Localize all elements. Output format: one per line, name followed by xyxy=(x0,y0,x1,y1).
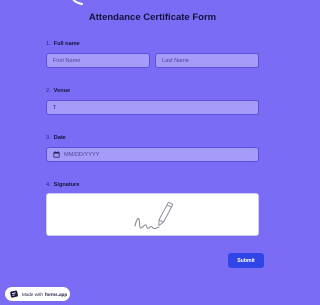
date-input[interactable] xyxy=(64,151,258,158)
venue-field[interactable] xyxy=(46,100,259,115)
question-number: 4. xyxy=(46,182,51,188)
first-name-input[interactable] xyxy=(53,57,149,64)
made-with-text: Made with xyxy=(22,291,43,297)
last-name-input[interactable] xyxy=(162,57,258,64)
question-venue-label: 2. Venue xyxy=(46,88,70,94)
question-text: Full name xyxy=(53,41,80,47)
forms-app-logo-icon xyxy=(10,290,18,298)
submit-button[interactable]: Submit xyxy=(228,253,264,268)
signature-pad[interactable] xyxy=(46,193,259,236)
venue-input[interactable] xyxy=(53,104,258,111)
pen-signature-icon xyxy=(134,202,174,230)
form-title: Attendance Certificate Form xyxy=(88,12,217,23)
question-signature-label: 4. Signature xyxy=(46,182,79,188)
question-text: Venue xyxy=(53,88,71,94)
last-name-field[interactable] xyxy=(155,53,259,68)
question-text: Date xyxy=(53,135,66,141)
question-text: Signature xyxy=(53,182,80,188)
date-field[interactable] xyxy=(46,147,259,162)
brand-name: forms.app xyxy=(44,291,68,297)
question-number: 1. xyxy=(46,41,51,47)
question-number: 3. xyxy=(46,135,51,141)
question-full-name-label: 1. Full name xyxy=(46,41,80,47)
top-decoration-icon xyxy=(72,0,83,5)
question-number: 2. xyxy=(46,88,51,94)
made-with-badge[interactable]: Made with forms.app xyxy=(5,287,70,301)
question-date-label: 3. Date xyxy=(46,135,66,141)
first-name-field[interactable] xyxy=(46,53,150,68)
calendar-icon xyxy=(53,151,60,158)
